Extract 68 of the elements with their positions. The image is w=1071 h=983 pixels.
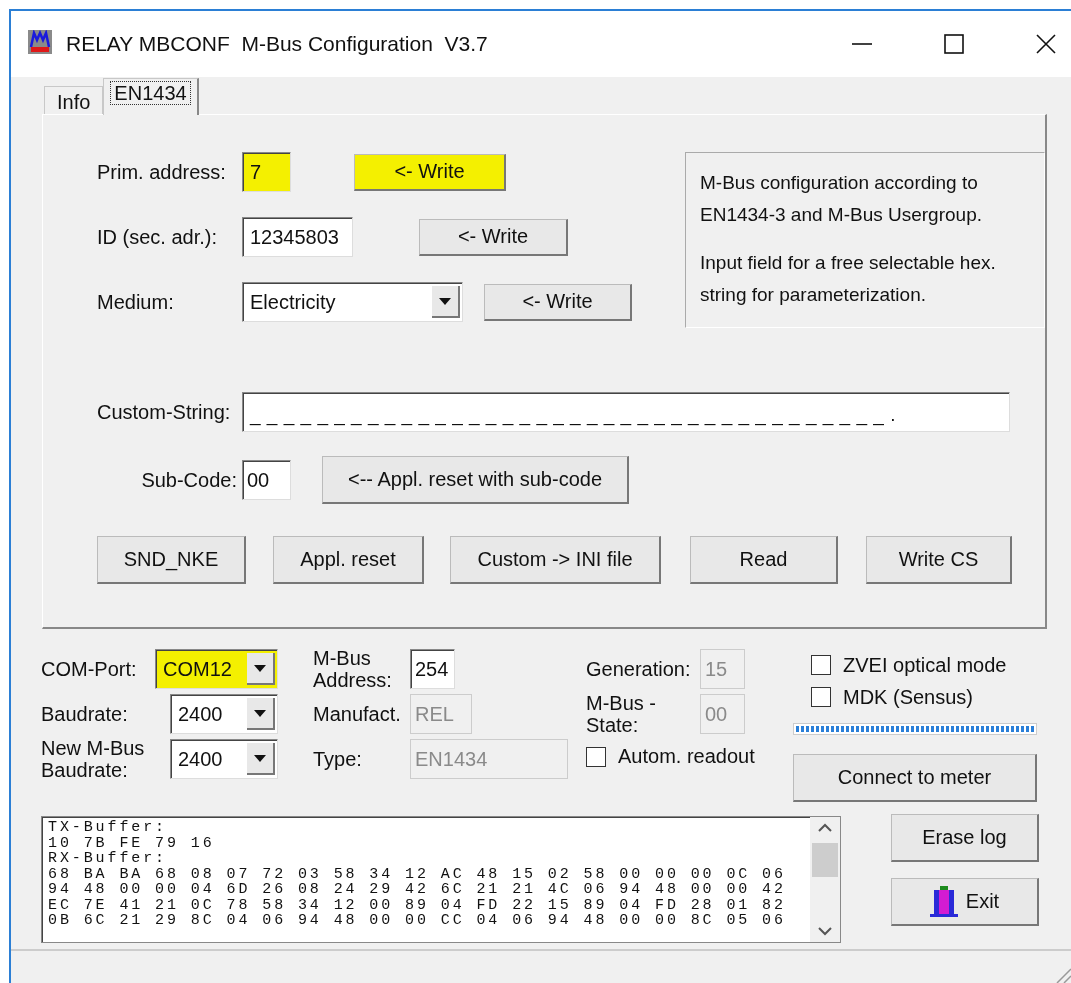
write-button[interactable]: <- Write xyxy=(484,283,632,321)
tab[interactable]: Info xyxy=(44,86,104,114)
field-label: Type: xyxy=(313,748,363,770)
scroll-thumb[interactable] xyxy=(812,843,838,877)
app-logo-icon xyxy=(28,30,52,54)
write-button[interactable]: <- Write xyxy=(419,218,568,256)
field-label: Manufact. xyxy=(313,703,402,725)
field-label: ID (sec. adr.): xyxy=(97,225,219,249)
input-field[interactable]: 12345803 xyxy=(242,217,353,257)
caret-down-icon xyxy=(254,754,266,762)
connect-button[interactable]: Connect to meter xyxy=(793,754,1037,802)
action-button[interactable]: Appl. reset xyxy=(273,536,424,584)
field-label: COM-Port: xyxy=(41,658,138,680)
info-text: M-Bus configuration according to EN1434-3 and M-Bus Usergroup. xyxy=(700,171,983,227)
info-text: Input field for a free selectable hex. string for parameterization. xyxy=(700,251,997,307)
scroll-up-icon[interactable] xyxy=(818,823,832,833)
field-label: Sub-Code: xyxy=(140,468,238,492)
field-label: Baudrate: xyxy=(41,703,129,725)
checkbox-label: MDK (Sensus) xyxy=(843,685,974,709)
input-field: 15 xyxy=(700,649,745,689)
action-button[interactable]: Read xyxy=(690,536,838,584)
field-label: M-Bus Address: xyxy=(313,647,393,691)
field-label: M-Bus - State: xyxy=(586,692,657,736)
log-line: 68 BA BA 68 08 07 72 03 58 34 12 AC 48 15 02 58 00 00 00 0C 06 xyxy=(48,866,787,882)
field-label: Medium: xyxy=(97,290,175,314)
window-title: RELAY MBCONF M-Bus Configuration V3.7 xyxy=(66,32,488,56)
action-button[interactable]: Custom -> INI file xyxy=(450,536,661,584)
baudrate-dropdown[interactable]: 2400 xyxy=(170,739,278,779)
input-field: REL xyxy=(410,694,472,734)
input-field: EN1434 xyxy=(410,739,568,779)
checkbox[interactable] xyxy=(811,655,831,675)
port-dropdown[interactable]: COM12 xyxy=(155,649,278,689)
input-field: 00 xyxy=(700,694,745,734)
medium-dropdown[interactable]: Electricity xyxy=(242,282,463,322)
field-label: Generation: xyxy=(586,658,692,680)
write-button[interactable]: <- Write xyxy=(354,153,506,191)
sub-code-field[interactable]: 00 xyxy=(242,460,291,500)
action-button[interactable]: Write CS xyxy=(866,536,1012,584)
scrollbar[interactable] xyxy=(810,817,840,942)
field-label: Prim. address: xyxy=(97,160,227,184)
caret-down-icon xyxy=(254,709,266,717)
maximize-icon[interactable] xyxy=(944,34,964,54)
erase-log-button[interactable]: Erase log xyxy=(891,814,1039,862)
log-line: 10 7B FE 79 16 xyxy=(48,835,216,851)
input-field[interactable]: 254 xyxy=(410,649,455,689)
caret-down-icon xyxy=(254,664,266,672)
checkbox[interactable] xyxy=(811,687,831,707)
reset-button[interactable]: <-- Appl. reset with sub-code xyxy=(322,456,629,504)
field-label: Custom-String: xyxy=(97,400,232,424)
checkbox[interactable] xyxy=(586,746,606,767)
log-line: EC 7E 41 21 0C 78 58 34 12 00 89 04 FD 22 15 89 04 FD 28 01 82 xyxy=(48,897,787,913)
log-line: 94 48 00 00 04 6D 26 08 24 29 42 6C 21 21 4C 06 94 48 00 00 42 xyxy=(48,882,787,898)
checkbox-label: Autom. readout xyxy=(618,745,755,768)
caret-down-icon xyxy=(439,297,451,305)
custom-string-field[interactable]: _ _ _ _ _ _ _ _ _ _ _ _ _ _ _ _ _ _ _ _ _ _ _ _ _ _ _ _ _ _ _ _ _ _ _ _ _ _ . xyxy=(242,392,1010,432)
door-icon xyxy=(929,886,958,917)
log-line: RX-Buffer: xyxy=(48,851,168,867)
tab[interactable]: EN1434 xyxy=(103,78,199,115)
log-line: 0B 6C 21 29 8C 04 06 94 48 00 00 CC 04 06 94 48 00 00 8C 05 06 xyxy=(48,913,787,929)
exit-button[interactable]: Exit xyxy=(891,878,1039,926)
field-label: New M-Bus Baudrate: xyxy=(41,737,146,781)
input-field[interactable]: 7 xyxy=(242,152,291,192)
log-line: TX-Buffer: xyxy=(48,820,168,836)
action-button[interactable]: SND_NKE xyxy=(97,536,246,584)
checkbox-label: ZVEI optical mode xyxy=(843,653,1007,677)
scroll-down-icon[interactable] xyxy=(818,926,832,936)
close-icon[interactable] xyxy=(1036,34,1056,54)
baudrate-dropdown[interactable]: 2400 xyxy=(170,694,278,734)
